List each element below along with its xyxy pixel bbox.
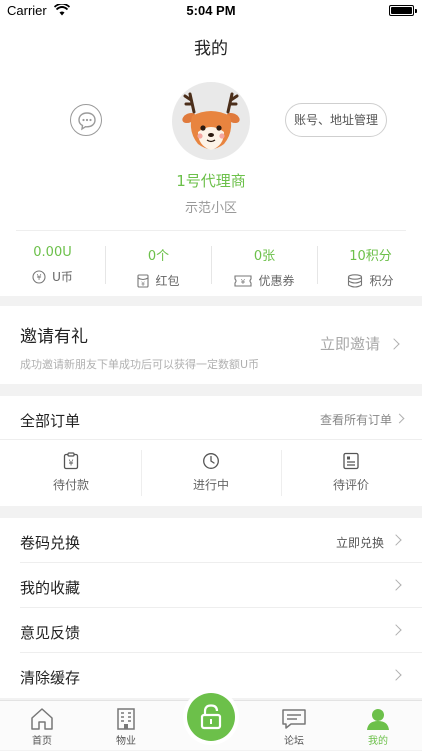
order-pending-payment[interactable]: ¥ 待付款 bbox=[1, 452, 141, 496]
invite-section[interactable]: 邀请有礼 成功邀请新朋友下单成功后可以获得一定数额U币 立即邀请 bbox=[0, 306, 422, 384]
profile-card: 账号、地址管理 1号代理商 示范小区 0.00U ¥ U币 0个 ¥ 红包 0张 bbox=[0, 66, 422, 296]
order-in-progress[interactable]: 进行中 bbox=[141, 452, 281, 496]
building-icon bbox=[117, 708, 135, 730]
tab-mine[interactable]: 我的 bbox=[336, 701, 420, 751]
chevron-right-icon bbox=[394, 413, 405, 424]
settings-menu: 卷码兑换 立即兑换 我的收藏 意见反馈 清除缓存 bbox=[0, 518, 422, 698]
stat-value: 0个 bbox=[147, 249, 170, 264]
tab-home[interactable]: 首页 bbox=[0, 701, 84, 751]
stat-label: U币 bbox=[52, 270, 73, 284]
review-icon bbox=[343, 452, 359, 470]
page-title: 我的 bbox=[194, 39, 228, 59]
battery-icon bbox=[389, 5, 417, 16]
order-label: 进行中 bbox=[192, 478, 229, 492]
svg-text:¥: ¥ bbox=[68, 459, 73, 468]
chevron-right-icon bbox=[390, 624, 402, 636]
menu-item-favorites[interactable]: 我的收藏 bbox=[0, 563, 422, 608]
svg-text:¥: ¥ bbox=[241, 278, 246, 286]
menu-item-label: 卷码兑换 bbox=[20, 534, 81, 552]
invite-subtitle: 成功邀请新朋友下单成功后可以获得一定数额U币 bbox=[20, 358, 260, 371]
stat-red-packet[interactable]: 0个 ¥ 红包 bbox=[106, 236, 211, 290]
invite-title: 邀请有礼 bbox=[20, 327, 88, 347]
divider bbox=[0, 439, 422, 440]
stat-value: 0张 bbox=[253, 249, 276, 264]
tab-label: 我的 bbox=[368, 736, 388, 747]
unlock-door-button[interactable] bbox=[187, 693, 235, 741]
stat-value: 10积分 bbox=[349, 249, 392, 264]
menu-item-clear-cache[interactable]: 清除缓存 bbox=[0, 653, 422, 698]
menu-item-label: 意见反馈 bbox=[20, 624, 81, 642]
stat-label: 优惠券 bbox=[258, 274, 295, 288]
menu-item-label: 我的收藏 bbox=[20, 579, 81, 597]
coupon-icon: ¥ bbox=[234, 274, 253, 291]
menu-item-label: 清除缓存 bbox=[20, 669, 81, 687]
message-button[interactable] bbox=[70, 104, 102, 136]
community-name: 示范小区 bbox=[184, 201, 237, 216]
svg-text:¥: ¥ bbox=[37, 273, 42, 282]
stat-coupon[interactable]: 0张 ¥ 优惠券 bbox=[212, 236, 317, 290]
invite-now-button[interactable]: 立即邀请 bbox=[320, 333, 380, 354]
user-name: 1号代理商 bbox=[176, 172, 246, 190]
tab-label: 首页 bbox=[32, 736, 52, 747]
stat-points[interactable]: 10积分 积分 bbox=[318, 236, 422, 290]
forum-icon bbox=[282, 709, 306, 729]
avatar[interactable] bbox=[172, 82, 250, 160]
stat-ucoin[interactable]: 0.00U ¥ U币 bbox=[0, 236, 105, 290]
home-icon bbox=[31, 708, 53, 730]
orders-title: 全部订单 bbox=[20, 412, 81, 430]
view-all-orders-link[interactable]: 查看所有订单 bbox=[320, 411, 392, 428]
unlock-icon bbox=[200, 704, 222, 730]
pending-payment-icon: ¥ bbox=[63, 452, 79, 470]
order-label: 待付款 bbox=[52, 478, 89, 492]
red-packet-icon: ¥ bbox=[137, 274, 150, 291]
stat-label: 红包 bbox=[155, 274, 180, 288]
order-to-review[interactable]: 待评价 bbox=[281, 452, 421, 496]
tab-label: 论坛 bbox=[284, 736, 304, 747]
status-bar: Carrier 5:04 PM bbox=[0, 0, 422, 22]
stat-label: 积分 bbox=[369, 274, 394, 288]
tab-property[interactable]: 物业 bbox=[84, 701, 168, 751]
orders-section: 全部订单 查看所有订单 ¥ 待付款 进行中 待评价 bbox=[0, 396, 422, 506]
clock-label: 5:04 PM bbox=[186, 3, 236, 18]
chevron-right-icon bbox=[390, 579, 402, 591]
menu-item-code-redeem[interactable]: 卷码兑换 立即兑换 bbox=[0, 518, 422, 563]
user-icon bbox=[367, 709, 389, 730]
clock-icon bbox=[203, 453, 219, 469]
chevron-right-icon bbox=[390, 534, 402, 546]
stat-value: 0.00U bbox=[33, 245, 72, 260]
order-label: 待评价 bbox=[332, 478, 369, 492]
nav-bar: 我的 bbox=[0, 22, 422, 66]
chevron-right-icon bbox=[388, 338, 400, 350]
tab-label: 物业 bbox=[116, 736, 136, 747]
menu-item-feedback[interactable]: 意见反馈 bbox=[0, 608, 422, 653]
message-icon bbox=[78, 112, 96, 131]
stats-row: 0.00U ¥ U币 0个 ¥ 红包 0张 ¥ 优惠券 10积分 积分 bbox=[0, 236, 422, 290]
coin-icon: ¥ bbox=[32, 270, 46, 287]
tab-forum[interactable]: 论坛 bbox=[252, 701, 336, 751]
deer-avatar-icon bbox=[182, 92, 240, 150]
svg-text:¥: ¥ bbox=[142, 281, 146, 288]
redeem-now-link[interactable]: 立即兑换 bbox=[336, 534, 384, 551]
account-address-button[interactable]: 账号、地址管理 bbox=[285, 103, 387, 137]
chevron-right-icon bbox=[390, 669, 402, 681]
points-icon bbox=[347, 274, 363, 291]
divider bbox=[16, 230, 406, 231]
